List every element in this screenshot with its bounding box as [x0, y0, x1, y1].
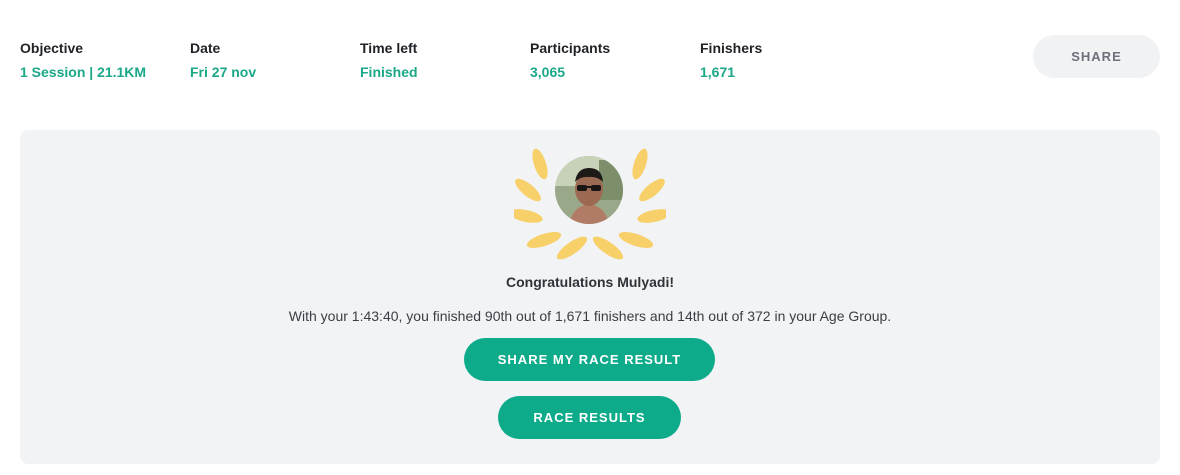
stat-date: Date Fri 27 nov: [190, 40, 256, 80]
race-results-button[interactable]: RACE RESULTS: [498, 396, 681, 439]
stat-label: Objective: [20, 40, 84, 56]
stat-value: Fri 27 nov: [190, 64, 257, 80]
stat-label: Finishers: [700, 40, 763, 56]
stat-participants: Participants 3,065: [530, 40, 610, 80]
stat-value: 1,671: [700, 64, 736, 80]
stat-finishers: Finishers 1,671: [700, 40, 762, 80]
share-race-result-button[interactable]: SHARE MY RACE RESULT: [464, 338, 715, 381]
stat-label: Time left: [360, 40, 418, 56]
stat-objective: Objective 1 Session | 21.1KM: [20, 40, 146, 80]
stat-label: Date: [190, 40, 221, 56]
stat-value: 3,065: [530, 64, 566, 80]
result-summary: With your 1:43:40, you finished 90th out…: [288, 308, 892, 324]
user-avatar-image: [555, 156, 623, 224]
stat-time-left: Time left Finished: [360, 40, 418, 80]
avatar: [555, 156, 623, 224]
stat-value: Finished: [360, 64, 418, 80]
congratulations-message: Congratulations Mulyadi!: [506, 274, 674, 290]
stat-label: Participants: [530, 40, 611, 56]
share-button[interactable]: SHARE: [1033, 35, 1160, 78]
stat-value: 1 Session | 21.1KM: [20, 64, 147, 80]
result-panel: Congratulations Mulyadi! With your 1:43:…: [20, 130, 1160, 464]
